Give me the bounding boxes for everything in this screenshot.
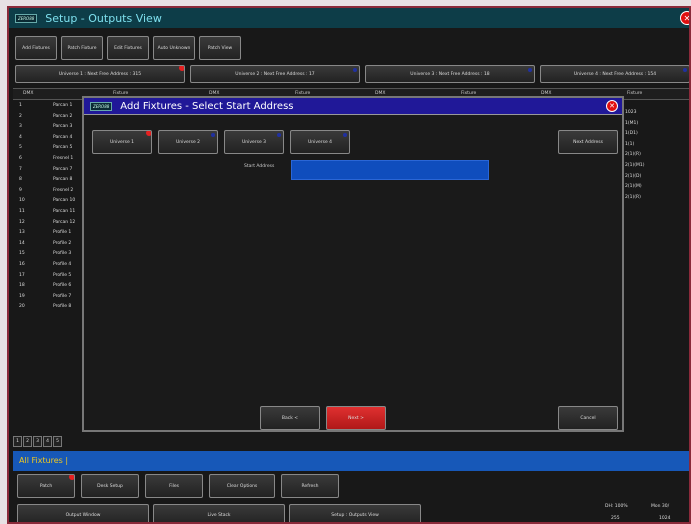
window-close-button[interactable]: ✕: [680, 11, 691, 25]
list-item: 2(1)(M1): [625, 162, 645, 168]
cancel-button[interactable]: Cancel: [558, 406, 618, 430]
active-indicator-icon: [146, 131, 151, 136]
page-button-4[interactable]: 4: [43, 436, 52, 447]
page-button-2[interactable]: 2: [23, 436, 32, 447]
indicator-icon: [528, 68, 532, 72]
dialog-universe-3-button[interactable]: Universe 3: [224, 130, 284, 154]
fixture-column-4: 1023 1(M1) 1(D1) 1(1) 2(1)(R) 2(1)(M1) 2…: [625, 108, 685, 203]
tab-universe-1[interactable]: Universe 1 : Next Free Address : 315: [15, 65, 185, 83]
dialog-universe-4-label: Universe 4: [307, 139, 333, 145]
start-address-input[interactable]: [291, 160, 489, 180]
list-item: 2(1)(R): [625, 194, 641, 200]
desk-setup-button[interactable]: Desk Setup: [81, 474, 139, 498]
list-item: 2(1)(M): [625, 184, 642, 190]
close-icon: ✕: [683, 13, 691, 23]
tab-universe-3[interactable]: Universe 3 : Next Free Address : 18: [365, 65, 535, 83]
page-button-1[interactable]: 1: [13, 436, 22, 447]
command-line-text: All Fixtures |: [19, 456, 69, 465]
page-button-3[interactable]: 3: [33, 436, 42, 447]
zero88-logo: ZERO88: [15, 13, 38, 23]
page-button-5[interactable]: 5: [53, 436, 62, 447]
clear-options-button[interactable]: Clear Options: [209, 474, 275, 498]
list-item: 1(D1): [625, 131, 638, 137]
dialog-title-bar: ZERO88 Add Fixtures - Select Start Addre…: [84, 98, 622, 115]
status-value-1: 255: [611, 516, 620, 521]
list-item: 2(1)(R): [625, 152, 641, 158]
command-line[interactable]: All Fixtures |: [13, 451, 689, 471]
tab-output-window[interactable]: Output Window: [17, 504, 149, 522]
list-item: 1(M1): [625, 120, 639, 126]
active-indicator-icon: [179, 66, 184, 71]
tab-universe-2-label: Universe 2 : Next Free Address : 17: [235, 71, 315, 77]
dialog-universe-1-button[interactable]: Universe 1: [92, 130, 152, 154]
col-dmx-1: DMX: [23, 91, 34, 96]
tab-live-stack[interactable]: Live Stack: [153, 504, 285, 522]
window-title: Setup - Outputs View: [45, 11, 162, 25]
close-icon: ✕: [609, 102, 615, 110]
next-address-button[interactable]: Next Address: [558, 130, 618, 154]
status-value-2: 1024: [659, 516, 671, 521]
patch-button-label: Patch: [39, 483, 53, 489]
add-fixtures-button[interactable]: Add Fixtures: [15, 36, 57, 60]
dialog-close-button[interactable]: ✕: [606, 100, 618, 112]
tab-universe-1-label: Universe 1 : Next Free Address : 315: [58, 71, 142, 77]
start-address-label: Start Address: [244, 164, 275, 169]
indicator-icon: [211, 133, 215, 137]
back-button[interactable]: Back <: [260, 406, 320, 430]
dialog-universe-3-label: Universe 3: [241, 139, 267, 145]
list-item: 2(1)(D): [625, 173, 642, 179]
title-bar: ZERO88 Setup - Outputs View: [9, 8, 689, 28]
page-selector: 1 2 3 4 5: [13, 436, 62, 448]
status-panel: DH: 100% Mon 30/ 255 1024: [603, 502, 687, 522]
refresh-button[interactable]: Refresh: [281, 474, 339, 498]
tab-setup-outputs-view[interactable]: Setup : Outputs View: [289, 504, 421, 522]
files-button[interactable]: Files: [145, 474, 203, 498]
patch-fixture-button[interactable]: Patch Fixture: [61, 36, 103, 60]
dialog-universe-4-button[interactable]: Universe 4: [290, 130, 350, 154]
patch-view-button[interactable]: Patch View: [199, 36, 241, 60]
indicator-icon: [353, 68, 357, 72]
list-item: 1023: [625, 110, 637, 115]
indicator-icon: [683, 68, 687, 72]
auto-unknown-button[interactable]: Auto Unknown: [153, 36, 195, 60]
dialog-title: Add Fixtures - Select Start Address: [120, 100, 294, 112]
edit-fixtures-button[interactable]: Edit Fixtures: [107, 36, 149, 60]
status-time: Mon 30/: [651, 504, 670, 509]
dialog-universe-2-label: Universe 2: [175, 139, 201, 145]
zero88-logo: ZERO88: [90, 101, 113, 111]
tab-universe-4[interactable]: Universe 4 : Next Free Address : 154: [540, 65, 689, 83]
add-fixtures-dialog: ZERO88 Add Fixtures - Select Start Addre…: [82, 96, 624, 432]
next-button[interactable]: Next >: [326, 406, 386, 430]
patch-button[interactable]: Patch: [17, 474, 75, 498]
col-fixture-4: Fixture: [627, 91, 643, 96]
tab-universe-2[interactable]: Universe 2 : Next Free Address : 17: [190, 65, 360, 83]
active-indicator-icon: [69, 475, 74, 480]
dialog-universe-2-button[interactable]: Universe 2: [158, 130, 218, 154]
dialog-universe-1-label: Universe 1: [109, 139, 135, 145]
indicator-icon: [343, 133, 347, 137]
status-dh: DH: 100%: [605, 504, 628, 509]
tab-universe-3-label: Universe 3 : Next Free Address : 18: [410, 71, 490, 77]
list-item: 1(1): [625, 141, 635, 147]
indicator-icon: [277, 133, 281, 137]
tab-universe-4-label: Universe 4 : Next Free Address : 154: [573, 71, 657, 77]
